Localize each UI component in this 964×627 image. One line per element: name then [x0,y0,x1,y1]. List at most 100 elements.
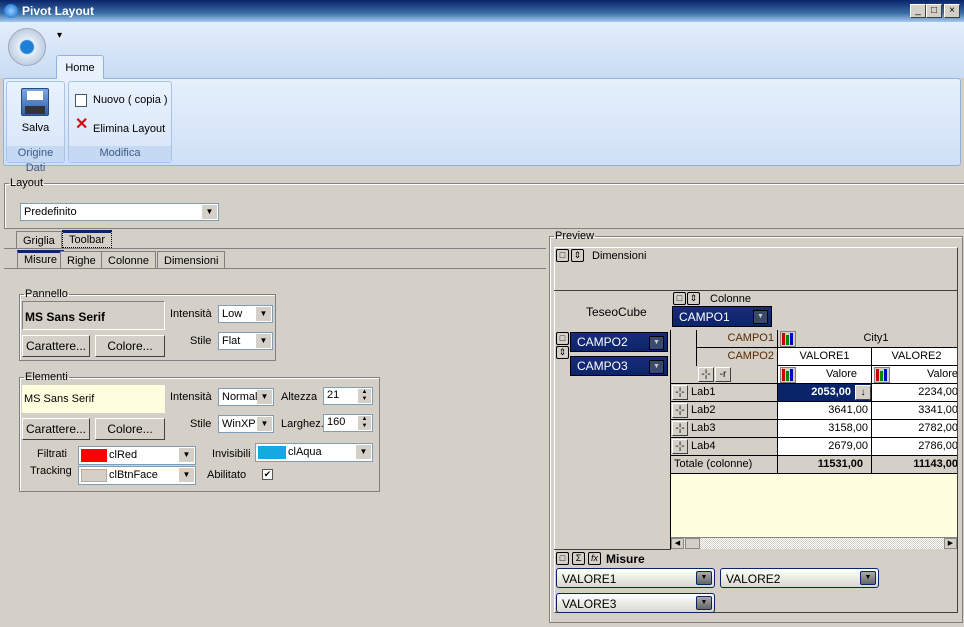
spin-arrows-icon[interactable]: ▲ ▼ [358,416,371,430]
layout-value: Predefinito [24,206,77,218]
horizontal-scrollbar[interactable]: ◀ ▶ [671,537,957,549]
elementi-font-preview: MS Sans Serif [22,385,165,413]
chart-bars-icon[interactable] [874,367,890,383]
close-button[interactable]: × [944,4,960,18]
column-field-campo1[interactable]: CAMPO1 ▼ [672,306,772,327]
elementi-colore-button[interactable]: Colore... [95,418,165,440]
row-field-campo2[interactable]: CAMPO2 ▼ [570,332,668,352]
chevron-down-icon: ▼ [649,336,664,350]
sum-icon[interactable]: Σ [572,552,585,565]
value: CAMPO1 [679,310,730,324]
grid-col-value: City1 [778,330,957,348]
cell-dropdown-icon[interactable]: ↓ [855,385,871,400]
grid-value-cell[interactable]: 2679,00 [778,438,872,456]
grid-value-cell[interactable]: 3641,00 [778,402,872,420]
measure-field-valore2[interactable]: VALORE2 ▼ [720,568,879,588]
grid-col-field-label: CAMPO1 [697,330,778,348]
value: VALORE3 [562,597,617,611]
color-swatch [81,449,107,462]
pannello-intensita-select[interactable]: Low ▼ [218,305,273,323]
pannello-stile-select[interactable]: Flat ▼ [218,332,273,350]
expand-all-icon[interactable]: -¦- [698,367,714,382]
filtrati-color-select[interactable]: clRed ▼ [78,446,196,465]
measure-field-valore1[interactable]: VALORE1 ▼ [556,568,715,588]
tab-dimensioni[interactable]: Dimensioni [157,251,226,269]
spin-arrows-icon[interactable]: ▲ ▼ [358,389,371,403]
elementi-intensita-select[interactable]: Normal ▼ [218,388,274,406]
value: Low [222,308,243,320]
elimina-layout-button[interactable]: Elimina Layout [93,123,165,135]
value: VALORE2 [726,572,781,586]
grid-value-cell[interactable]: 2786,00 [872,438,957,456]
value: Flat [222,335,241,347]
value: clRed [109,449,138,461]
measure-field-valore3[interactable]: VALORE3 ▼ [556,593,715,613]
larghezza-spinner[interactable]: 160 ▲ ▼ [323,414,373,432]
tab-griglia[interactable]: Griglia [16,231,62,249]
grid-value-cell[interactable]: 3341,00 [872,402,957,420]
tab-colonne[interactable]: Colonne [101,251,156,269]
elementi-carattere-button[interactable]: Carattere... [22,418,90,440]
value: Normal [222,391,258,403]
expand-row-icon[interactable]: -¦- [672,421,688,436]
pannello-colore-button[interactable]: Colore... [95,335,165,357]
righe-toggle-icon[interactable]: □ [556,332,569,345]
expand-row-icon[interactable]: -¦- [672,403,688,418]
grid-total-value: 11143,00 [872,456,957,474]
maximize-button[interactable]: □ [926,4,942,18]
salva-button[interactable]: Salva [7,122,64,134]
grid-value-cell[interactable]: 3158,00 [778,420,872,438]
chart-bars-icon[interactable] [780,367,796,383]
red-x-icon: ✕ [75,116,89,133]
tab-righe[interactable]: Righe [60,251,103,269]
layout-select[interactable]: Predefinito ▼ [20,203,219,221]
invisibili-color-select[interactable]: clAqua ▼ [255,443,373,462]
function-icon[interactable]: fx [588,552,601,565]
qa-customize-icon[interactable]: ▾ [57,30,62,41]
grid-total-label: Totale (colonne) [671,456,778,474]
tab-misure[interactable]: Misure [17,250,65,268]
chevron-down-icon: ▼ [356,445,371,459]
copy-icon [75,94,87,107]
group-label: Modifica [69,146,171,162]
scroll-left-icon[interactable]: ◀ [671,538,684,549]
chevron-down-icon: ▼ [179,448,194,462]
altezza-spinner[interactable]: 21 ▲ ▼ [323,387,373,405]
collapse-all-icon[interactable]: -r [715,367,731,382]
abilitato-checkbox[interactable]: ✔ [262,469,273,480]
expand-row-icon[interactable]: -¦- [672,439,688,454]
scroll-right-icon[interactable]: ▶ [944,538,957,549]
pannello-carattere-button[interactable]: Carattere... [22,335,90,357]
color-swatch [81,469,107,482]
chevron-down-icon: ▼ [696,596,712,610]
tracking-label: Tracking [30,465,72,477]
minimize-button[interactable]: _ [910,4,926,18]
colonne-toggle-icon[interactable]: □ [673,292,686,305]
tab-home[interactable]: Home [56,55,104,79]
elementi-stile-label: Stile [190,418,212,430]
row-field-campo3[interactable]: CAMPO3 ▼ [570,356,668,376]
tab-toolbar[interactable]: Toolbar [62,230,113,248]
expand-row-icon[interactable]: -¦- [672,385,688,400]
chart-bars-icon[interactable] [780,331,796,347]
grid-value-cell[interactable]: 2782,00 [872,420,957,438]
value: CAMPO2 [577,335,628,349]
righe-sort-icon[interactable]: ⇕ [556,346,569,359]
dimensioni-toggle-icon[interactable]: □ [556,249,569,262]
colonne-sort-icon[interactable]: ⇕ [687,292,700,305]
scroll-thumb[interactable] [685,538,700,549]
elementi-stile-select[interactable]: WinXP ▼ [218,415,274,433]
chevron-down-icon: ▼ [257,390,272,404]
floppy-disk-icon [21,88,49,116]
grid-value-cell[interactable]: 2234,00 [872,384,957,402]
application-orb-button[interactable] [8,28,46,66]
pannello-legend: Pannello [25,288,68,300]
misure-toggle-icon[interactable]: □ [556,552,569,565]
grid-measure-header: VALORE1 [778,348,872,366]
nuovo-copia-button[interactable]: Nuovo ( copia ) [93,94,168,106]
ribbon-group-origine-dati: Salva Origine Dati [6,81,65,174]
dimensioni-sort-icon[interactable]: ⇕ [571,249,584,262]
quick-access-bar [0,22,964,78]
grid-measure-header: VALORE2 [872,348,957,366]
tracking-color-select[interactable]: clBtnFace ▼ [78,466,196,485]
